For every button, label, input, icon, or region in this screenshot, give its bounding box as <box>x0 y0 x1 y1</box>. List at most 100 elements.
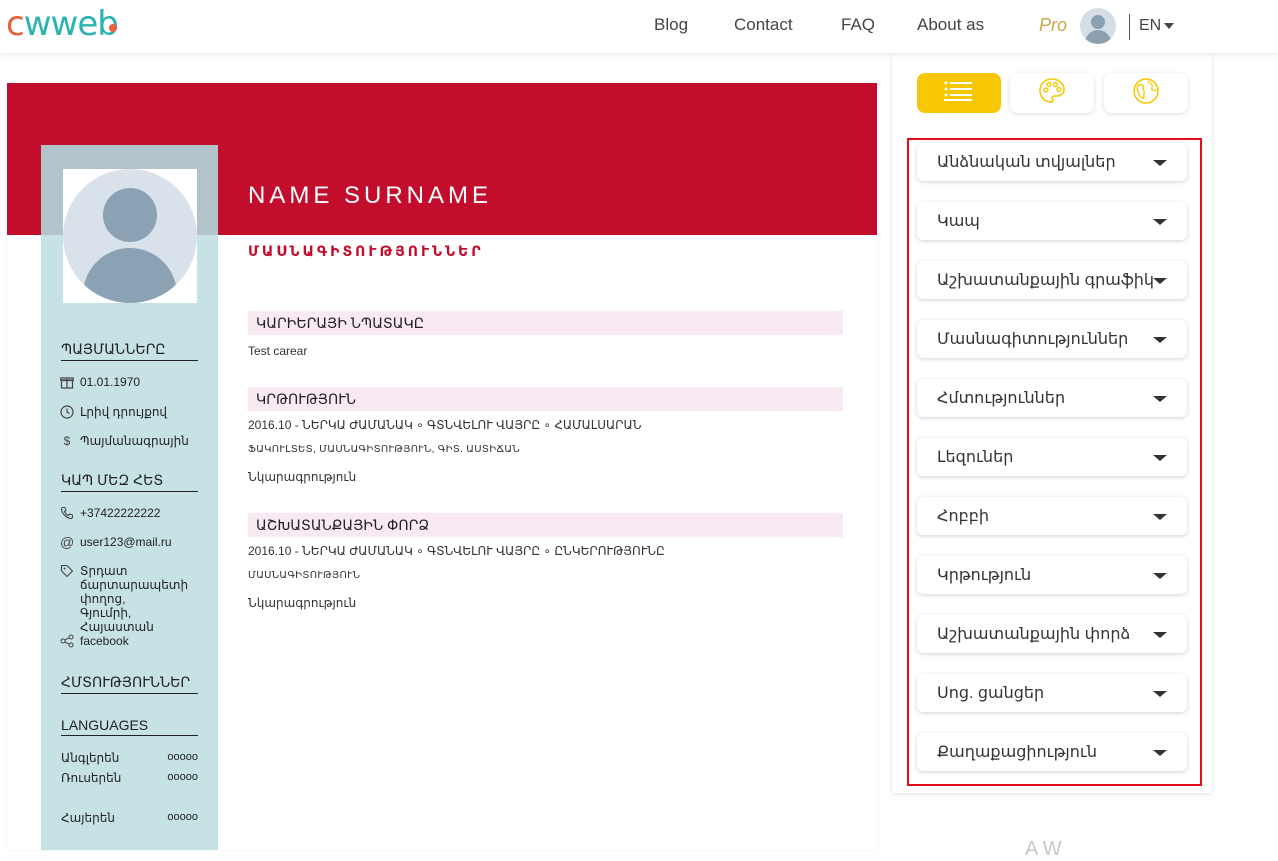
phone-icon <box>60 506 74 520</box>
chevron-down-icon <box>1153 514 1167 520</box>
tab-language[interactable] <box>1104 73 1188 113</box>
nav-faq[interactable]: FAQ <box>841 15 875 35</box>
email-row: @ user123@mail.ru <box>60 535 172 549</box>
language-label: EN <box>1139 17 1162 34</box>
employment-text: Լրիվ դրույքով <box>80 405 168 419</box>
work-meta: 2016.10 - ՆԵՐԿԱ ԺԱՄԱՆԱԿ ∘ ԳՏՆՎԵԼՈՒ ՎԱՅՐԸ… <box>248 544 665 558</box>
chevron-down-icon <box>1153 160 1167 166</box>
cvweb-logo[interactable]: cwweb <box>6 4 126 44</box>
chevron-down-icon <box>1153 278 1167 284</box>
section-personal-data[interactable]: Անձնական տվյալներ <box>917 143 1187 181</box>
work-heading: ԱՇԽԱՏԱՆՔԱՅԻՆ ՓՈՐՁ <box>248 513 843 537</box>
chevron-down-icon <box>1153 219 1167 225</box>
resume-preview: NAME SURNAME ՄԱՍՆԱԳԻՏՈՒԹՅՈՒՆՆԵՐ ՊԱՅՄԱՆՆԵ… <box>7 83 877 850</box>
tab-design[interactable] <box>1010 73 1094 113</box>
birthdate-row: 01.01.1970 <box>60 375 140 389</box>
top-navigation-bar: cwweb Blog Contact FAQ About as Pro EN <box>0 0 1278 53</box>
language-level: ooooo <box>167 811 198 823</box>
photo-placeholder <box>63 169 197 303</box>
logo-letter-w: w <box>23 4 52 44</box>
language-selector[interactable]: EN <box>1139 17 1175 35</box>
resume-profession: ՄԱՍՆԱԳԻՏՈՒԹՅՈՒՆՆԵՐ <box>248 243 484 259</box>
language-row: Հայերեն ooooo <box>61 811 198 825</box>
chevron-down-icon <box>1153 750 1167 756</box>
header-divider <box>1129 14 1130 40</box>
details-title: ՊԱՅՄԱՆՆԵՐԸ <box>61 341 198 361</box>
share-icon <box>60 634 74 648</box>
nav-contact[interactable]: Contact <box>734 15 793 35</box>
career-text: Test carear <box>248 344 308 358</box>
social-row: facebook <box>60 634 129 648</box>
clock-icon <box>60 405 74 419</box>
section-work-experience[interactable]: Աշխատանքային փորձ <box>917 615 1187 653</box>
education-degree: ՖԱԿՈՒԼՏԵՏ, ՄԱՍՆԱԳԻՏՈՒԹՅՈՒՆ, ԳԻՏ. ԱՍՏԻՃԱՆ <box>248 444 520 455</box>
tag-icon <box>60 564 74 578</box>
section-label: Աշխատանքային գրաֆիկ <box>937 272 1155 289</box>
nav-blog[interactable]: Blog <box>654 15 688 35</box>
birthdate-text: 01.01.1970 <box>80 375 141 389</box>
chevron-down-icon <box>1153 573 1167 579</box>
section-skills[interactable]: Հմտություններ <box>917 379 1187 417</box>
section-citizenship[interactable]: Քաղաքացիություն <box>917 733 1187 771</box>
at-icon: @ <box>60 534 75 550</box>
address-text: Տրդատ ճարտարապետի փողոց, Գյումրի, Հայաստ… <box>80 564 189 634</box>
list-icon <box>944 81 974 106</box>
chevron-down-icon <box>1153 691 1167 697</box>
phone-text: +37422222222 <box>80 506 161 520</box>
avatar-head-shape <box>1091 15 1105 29</box>
chevron-down-icon <box>1164 22 1175 29</box>
section-professions[interactable]: Մասնագիտություններ <box>917 320 1187 358</box>
section-label: Անձնական տվյալներ <box>937 154 1116 171</box>
language-row: Անգլերեն ooooo <box>61 751 198 765</box>
section-education[interactable]: Կրթություն <box>917 556 1187 594</box>
education-meta: 2016.10 - ՆԵՐԿԱ ԺԱՄԱՆԱԿ ∘ ԳՏՆՎԵԼՈՒ ՎԱՅՐԸ… <box>248 418 642 432</box>
address-row: Տրդատ ճարտարապետի փողոց, Գյումրի, Հայաստ… <box>60 564 200 634</box>
logo-text-web: web <box>50 4 119 44</box>
career-heading: ԿԱՐԻԵՐԱՅԻ ՆՊԱՏԱԿԸ <box>248 311 843 335</box>
tab-sections[interactable] <box>917 73 1001 113</box>
section-label: Աշխատանքային փորձ <box>937 626 1131 643</box>
languages-title: LANGUAGES <box>61 717 198 736</box>
chevron-down-icon <box>1153 337 1167 343</box>
education-description: Նկարագրություն <box>248 470 357 484</box>
language-name: Ռուսերեն <box>61 771 122 785</box>
section-label: Հոբբի <box>937 508 990 525</box>
language-name: Անգլերեն <box>61 751 120 765</box>
language-name: Հայերեն <box>61 811 115 825</box>
section-social-networks[interactable]: Սոց. ցանցեր <box>917 674 1187 712</box>
salary-text: Պայմանագրային <box>80 434 189 448</box>
section-hobby[interactable]: Հոբբի <box>917 497 1187 535</box>
section-contact[interactable]: Կապ <box>917 202 1187 240</box>
chevron-down-icon <box>1153 396 1167 402</box>
pro-badge[interactable]: Pro <box>1039 15 1067 36</box>
chevron-down-icon <box>1153 455 1167 461</box>
employment-row: Լրիվ դրույքով <box>60 405 167 419</box>
photo-body-shape <box>83 248 177 303</box>
language-level: ooooo <box>167 751 198 763</box>
avatar-body-shape <box>1085 30 1111 44</box>
work-description: Նկարագրություն <box>248 596 357 610</box>
section-work-schedule[interactable]: Աշխատանքային գրաֆիկ <box>917 261 1187 299</box>
dollar-icon: $ <box>63 434 71 448</box>
section-languages[interactable]: Լեզուներ <box>917 438 1187 476</box>
logo-dot <box>108 24 117 32</box>
work-position: ՄԱՍՆԱԳԻՏՈՒԹՅՈՒՆ <box>248 570 361 581</box>
section-label: Կապ <box>937 213 980 230</box>
photo-head-shape <box>103 188 157 242</box>
palette-icon <box>1038 77 1066 110</box>
section-label: Լեզուներ <box>937 449 1014 466</box>
section-label: Քաղաքացիություն <box>937 744 1097 761</box>
salary-row: $ Պայմանագրային <box>60 434 189 448</box>
skills-title: ՀՄՏՈՒԹՅՈՒՆՆԵՐ <box>61 674 198 694</box>
logo-letter-c: c <box>6 4 25 44</box>
social-text: facebook <box>80 634 129 648</box>
section-label: Մասնագիտություններ <box>937 331 1129 348</box>
language-level: ooooo <box>167 771 198 783</box>
user-avatar[interactable] <box>1080 8 1116 44</box>
contact-title: ԿԱՊ ՄԵԶ ՀԵՏ <box>61 472 198 492</box>
gift-icon <box>60 375 74 389</box>
education-heading: ԿՐԹՈՒԹՅՈՒՆ <box>248 387 843 411</box>
nav-about[interactable]: About as <box>917 15 984 35</box>
section-label: Հմտություններ <box>937 390 1066 407</box>
section-label: Կրթություն <box>937 567 1032 584</box>
